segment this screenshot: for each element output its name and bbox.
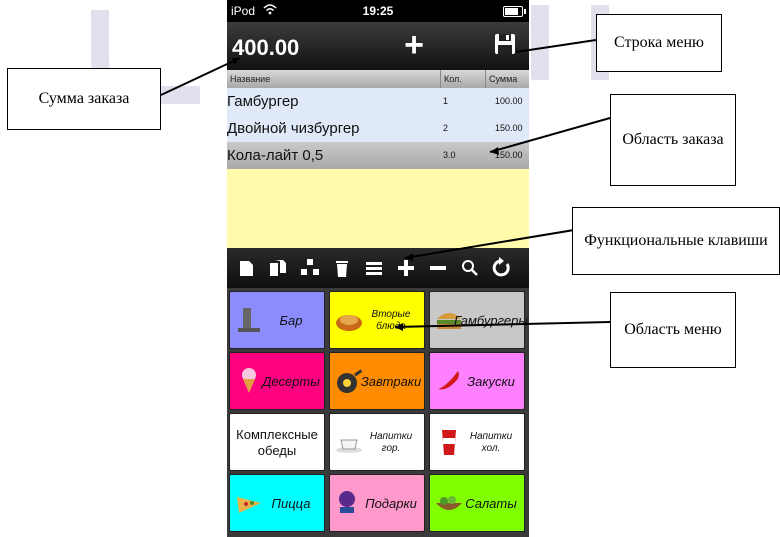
column-qty: Кол. [440,70,485,88]
status-bar: iPod 19:25 [227,0,529,22]
save-icon[interactable] [493,32,517,56]
order-area: Гамбургер 1 100.00 Двойной чизбургер 2 1… [227,88,529,248]
menu-category-label: Вторые блюда [371,309,411,332]
order-item-sum: 100.00 [495,96,523,106]
function-keys-bar [227,248,529,288]
menu-category-salads[interactable]: Салаты [429,474,525,532]
callout-order-sum: Сумма заказа [7,68,161,130]
menu-category-bar[interactable]: Бар [229,291,325,349]
phone-screen: iPod 19:25 400.00 + Название Кол. Сумма … [227,0,529,537]
snack-icon [438,371,459,390]
menu-category-main-dishes[interactable]: Вторые блюда [329,291,425,349]
column-name: Название [230,74,271,84]
menu-category-label: Десерты [262,374,320,389]
menu-category-snacks[interactable]: Закуски [429,352,525,410]
main-dish-icon [336,315,362,331]
add-order-button[interactable]: + [397,28,431,62]
pizza-icon [237,497,261,513]
order-row[interactable]: Двойной чизбургер 2 150.00 [227,115,529,142]
column-sum: Сумма [485,70,529,88]
order-row[interactable]: Гамбургер 1 100.00 [227,88,529,115]
salad-icon [436,496,462,510]
menu-category-cold-drinks[interactable]: Напитки хол. [429,413,525,471]
menu-category-label: Салаты [465,496,517,511]
dessert-icon [242,368,256,393]
menu-category-label: Напитки гор. [369,431,413,454]
battery-icon [503,6,526,17]
minus-icon[interactable] [425,254,451,282]
menu-area: Бар Вторые блюда Гамбургеры Десерты Завт… [227,288,529,537]
list-icon[interactable] [361,254,387,282]
menu-category-label: Бар [279,313,303,328]
menu-bar: 400.00 + [227,22,529,70]
menu-category-label: Комплексные обеды [236,427,318,458]
menu-category-label: Гамбургеры [454,313,528,328]
breakfast-icon [337,369,363,393]
callout-order-area: Область заказа [610,94,736,186]
menu-category-label: Напитки хол. [469,431,513,454]
order-table-header: Название Кол. Сумма [227,70,529,88]
bar-icon [238,308,260,332]
menu-category-label: Завтраки [360,374,422,389]
plus-icon[interactable] [393,254,419,282]
menu-category-hot-drinks[interactable]: Напитки гор. [329,413,425,471]
gift-icon [339,491,355,513]
hot-drink-icon [336,439,362,453]
order-item-qty: 2 [443,123,449,133]
status-time: 19:25 [362,4,394,18]
order-item-name: Двойной чизбургер [227,120,360,137]
order-item-sum: 150.00 [495,123,523,133]
trash-icon[interactable] [329,254,355,282]
order-item-qty: 1 [443,96,449,106]
split-icon[interactable] [297,254,323,282]
callout-menu-area: Область меню [610,292,736,368]
copy-document-icon[interactable] [265,254,291,282]
new-document-icon[interactable] [233,254,259,282]
order-row-selected[interactable]: Кола-лайт 0,5 3.0 150.00 [227,142,529,169]
menu-category-gifts[interactable]: Подарки [329,474,425,532]
order-total: 400.00 [232,35,300,60]
callout-menu-bar: Строка меню [596,14,722,72]
order-item-name: Кола-лайт 0,5 [227,147,324,164]
menu-category-label: Подарки [365,496,417,511]
menu-category-label: Закуски [467,374,515,389]
menu-category-set-lunches[interactable]: Комплексные обеды [229,413,325,471]
callout-function-keys: Функциональные клавиши [572,207,780,275]
order-item-name: Гамбургер [227,93,299,110]
refresh-icon[interactable] [489,254,515,282]
order-item-qty: 3.0 [443,150,456,160]
cold-drink-icon [442,430,456,455]
menu-category-burgers[interactable]: Гамбургеры [429,291,528,349]
menu-category-label: Пицца [271,496,311,511]
order-item-sum: 150.00 [495,150,523,160]
menu-category-pizza[interactable]: Пицца [229,474,325,532]
menu-category-breakfasts[interactable]: Завтраки [329,352,425,410]
search-icon[interactable] [457,254,483,282]
menu-category-desserts[interactable]: Десерты [229,352,325,410]
